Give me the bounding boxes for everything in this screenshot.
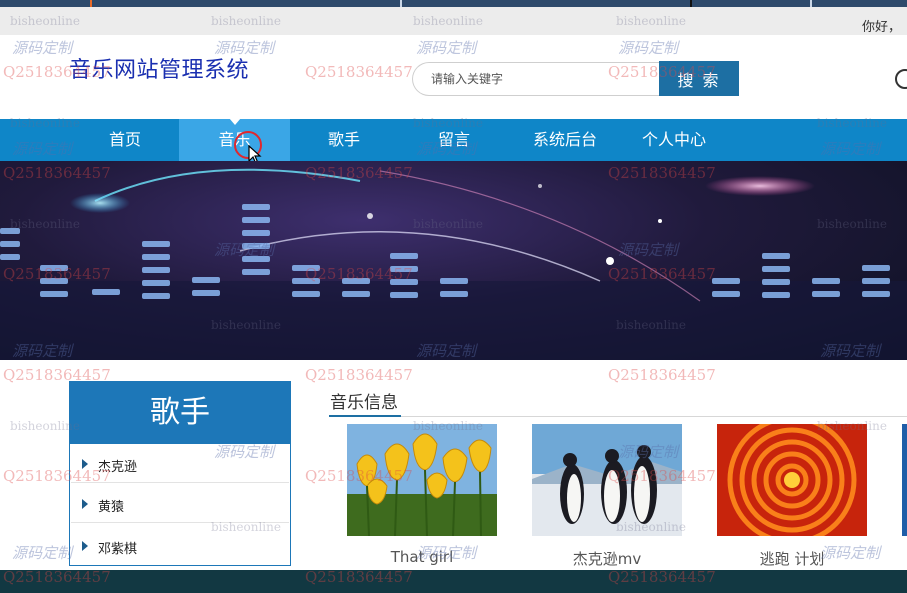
music-card-image[interactable] (347, 424, 497, 536)
top-strip-marker (400, 0, 402, 7)
nav-label: 个人中心 (641, 130, 706, 149)
banner-artwork (0, 168, 907, 360)
nav-item-messages[interactable]: 留言 (410, 119, 498, 161)
footer-strip (0, 570, 907, 593)
music-card-title[interactable]: That girl (347, 548, 497, 566)
header: 音乐网站管理系统 搜 索 (0, 35, 907, 119)
search-input[interactable] (412, 62, 660, 96)
singer-link[interactable]: 杰克逊 (81, 456, 137, 475)
nav-label: 歌手 (327, 130, 360, 149)
site-title[interactable]: 音乐网站管理系统 (69, 52, 249, 84)
main-nav: 首页 音乐 歌手 留言 系统后台 个人中心 (0, 118, 907, 161)
content-area: 歌手 杰克逊 黄猿 邓紫棋 音乐信息 That girl 杰克逊mv 逃跑 计划 (0, 360, 907, 570)
divider (71, 482, 289, 483)
nav-item-home[interactable]: 首页 (82, 119, 168, 161)
top-strip-marker (810, 0, 812, 7)
music-card-image[interactable] (532, 424, 682, 536)
music-card-image[interactable] (717, 424, 867, 536)
browser-top-strip (0, 0, 907, 7)
greeting-text: 你好， (861, 20, 901, 35)
singer-link[interactable]: 黄猿 (81, 496, 124, 515)
nav-item-profile[interactable]: 个人中心 (627, 119, 721, 161)
tulips-image (347, 424, 497, 536)
nav-label: 系统后台 (532, 130, 597, 149)
user-icon[interactable] (895, 69, 907, 89)
section-divider (329, 416, 907, 417)
nav-label: 首页 (108, 130, 141, 149)
singer-link[interactable]: 邓紫棋 (81, 538, 137, 557)
top-bar: 你好， (0, 7, 907, 35)
hero-banner (0, 161, 907, 360)
top-strip-marker (90, 0, 92, 7)
singer-panel: 歌手 杰克逊 黄猿 邓紫棋 (69, 381, 291, 566)
divider (71, 522, 289, 523)
section-title: 音乐信息 (330, 393, 398, 413)
music-card-partial (902, 424, 907, 536)
top-strip-marker (690, 0, 692, 7)
penguins-image (532, 424, 682, 536)
search-button[interactable]: 搜 索 (659, 61, 739, 96)
music-card-title[interactable]: 逃跑 计划 (717, 548, 867, 569)
nav-item-admin[interactable]: 系统后台 (515, 119, 615, 161)
singer-panel-title: 歌手 (70, 382, 290, 444)
nav-label: 留言 (437, 130, 470, 149)
section-underline (329, 415, 401, 417)
nav-item-singers[interactable]: 歌手 (300, 119, 388, 161)
chrysanthemum-image (717, 424, 867, 536)
music-card-title[interactable]: 杰克逊mv (532, 548, 682, 569)
